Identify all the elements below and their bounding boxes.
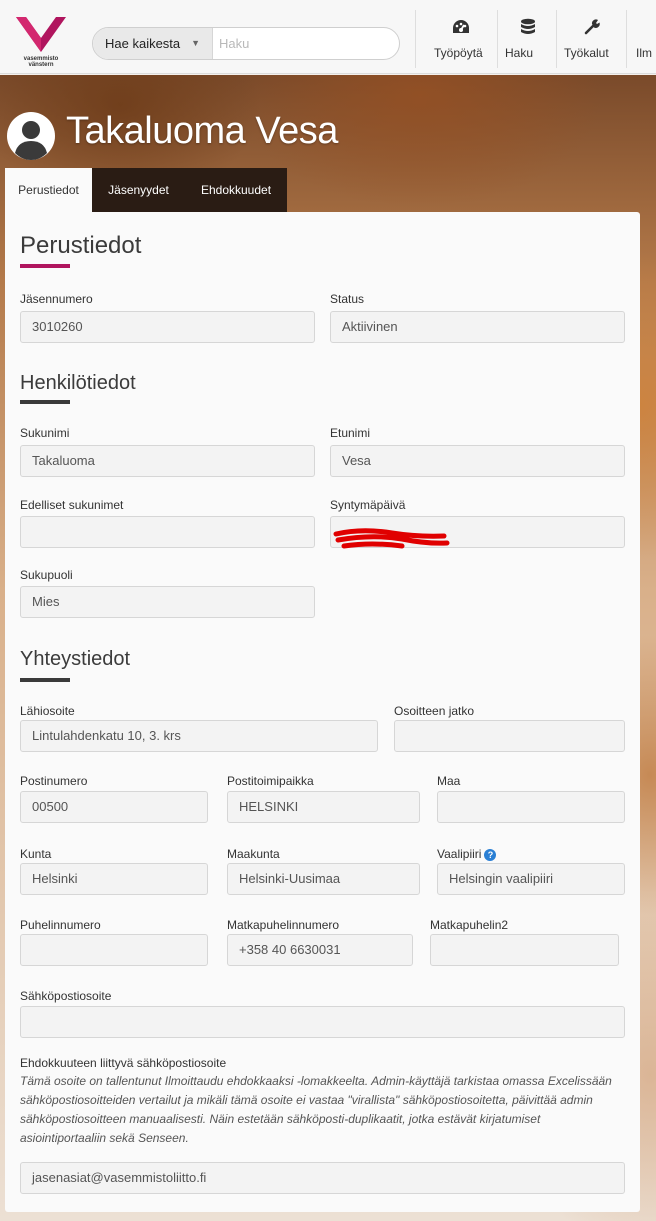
field-sukunimi[interactable]: Takaluoma	[20, 445, 315, 477]
nav-label: Työpöytä	[434, 46, 483, 60]
section-heading-henkilotiedot: Henkilötiedot	[20, 372, 136, 394]
label-etunimi: Etunimi	[330, 426, 371, 440]
nav-haku[interactable]: Haku	[505, 18, 550, 68]
field-matkapuhelinnumero[interactable]: +358 40 6630031	[227, 934, 413, 966]
search-bar: Hae kaikesta ▼	[92, 27, 400, 60]
label-jasennumero: Jäsennumero	[20, 292, 93, 306]
tab-ehdokkuudet[interactable]: Ehdokkuudet	[185, 168, 287, 212]
caret-down-icon: ▼	[191, 38, 200, 48]
field-maa[interactable]	[437, 791, 625, 823]
nav-divider	[415, 10, 416, 68]
field-puhelinnumero[interactable]	[20, 934, 208, 966]
nav-label: Ilm	[636, 46, 652, 60]
field-etunimi[interactable]: Vesa	[330, 445, 625, 477]
nav-ilm[interactable]: Ilm	[636, 18, 656, 68]
label-maa: Maa	[437, 774, 461, 788]
help-icon[interactable]: ?	[484, 849, 497, 861]
label-lahiosoite: Lähiosoite	[20, 704, 75, 718]
label-sukunimi: Sukunimi	[20, 426, 70, 440]
label-postitoimipaikka: Postitoimipaikka	[227, 774, 314, 788]
nav-tyokalut[interactable]: Työkalut	[564, 18, 620, 68]
label-vaalipiiri-text: Vaalipiiri	[437, 847, 482, 861]
label-osoitteen-jatko: Osoitteen jatko	[394, 704, 475, 718]
field-matkapuhelin2[interactable]	[430, 934, 619, 966]
field-jasennumero[interactable]: 3010260	[20, 311, 315, 343]
heading-underline	[20, 678, 70, 682]
heading-underline	[20, 400, 70, 404]
brand-logo[interactable]: vasemmisto vänstern	[14, 14, 68, 68]
logo-text: vasemmisto vänstern	[23, 56, 59, 68]
heading-underline	[20, 264, 70, 268]
tab-perustiedot[interactable]: Perustiedot	[5, 168, 92, 212]
section-heading-yhteystiedot: Yhteystiedot	[20, 648, 131, 670]
label-matkapuhelin2: Matkapuhelin2	[430, 918, 509, 932]
label-ehdokas-sahkoposti: Ehdokkuuteen liittyvä sähköpostiosoite	[20, 1056, 227, 1070]
redaction-scribble	[333, 528, 450, 549]
member-detail-card: Perustiedot Jäsennumero 3010260 Status A…	[5, 212, 640, 1212]
nav-tyopoyta[interactable]: Työpöytä	[434, 18, 488, 68]
label-sukupuoli: Sukupuoli	[20, 568, 73, 582]
field-kunta[interactable]: Helsinki	[20, 863, 208, 895]
field-ehdokas-sahkoposti[interactable]: jasenasiat@vasemmistoliitto.fi	[20, 1162, 625, 1194]
nav-label: Haku	[505, 46, 534, 60]
nav-divider	[556, 10, 557, 68]
search-input[interactable]	[219, 32, 389, 55]
label-status: Status	[330, 292, 365, 306]
field-osoitteen-jatko[interactable]	[394, 720, 625, 752]
field-lahiosoite[interactable]: Lintulahdenkatu 10, 3. krs	[20, 720, 378, 752]
top-navbar: vasemmistovänstern Hae kaikesta ▼ Työpöy…	[0, 0, 656, 74]
label-edelliset-sukunimet: Edelliset sukunimet	[20, 498, 124, 512]
ehdokas-sahkoposti-note: Tämä osoite on tallentunut Ilmoittaudu e…	[20, 1074, 612, 1145]
search-scope-label: Hae kaikesta	[105, 36, 181, 51]
database-icon	[505, 18, 550, 40]
dashboard-icon	[434, 18, 488, 40]
label-postinumero: Postinumero	[20, 774, 88, 788]
field-vaalipiiri[interactable]: Helsingin vaalipiiri	[437, 863, 625, 895]
field-status[interactable]: Aktiivinen	[330, 311, 625, 343]
label-kunta: Kunta	[20, 847, 52, 861]
field-sukupuoli[interactable]: Mies	[20, 586, 315, 618]
label-puhelinnumero: Puhelinnumero	[20, 918, 101, 932]
label-sahkopostiosoite: Sähköpostiosoite	[20, 989, 112, 1003]
field-postinumero[interactable]: 00500	[20, 791, 208, 823]
field-edelliset-sukunimet[interactable]	[20, 516, 315, 548]
nav-divider	[497, 10, 498, 68]
search-scope-dropdown[interactable]: Hae kaikesta ▼	[93, 28, 213, 59]
section-heading-perustiedot: Perustiedot	[20, 232, 142, 259]
user-avatar-icon	[6, 111, 56, 161]
tab-jasenyydet[interactable]: Jäsenyydet	[92, 168, 185, 212]
page-title: Takaluoma Vesa	[66, 110, 338, 152]
logo-v-icon	[16, 17, 66, 52]
label-matkapuhelinnumero: Matkapuhelinnumero	[227, 918, 340, 932]
nav-divider	[626, 10, 627, 68]
label-vaalipiiri: Vaalipiiri?	[437, 847, 497, 861]
field-maakunta[interactable]: Helsinki-Uusimaa	[227, 863, 420, 895]
field-sahkopostiosoite[interactable]	[20, 1006, 625, 1038]
wrench-icon	[564, 18, 620, 40]
label-syntymapaiva: Syntymäpäivä	[330, 498, 406, 512]
field-postitoimipaikka[interactable]: HELSINKI	[227, 791, 420, 823]
nav-label: Työkalut	[564, 46, 609, 60]
label-maakunta: Maakunta	[227, 847, 280, 861]
